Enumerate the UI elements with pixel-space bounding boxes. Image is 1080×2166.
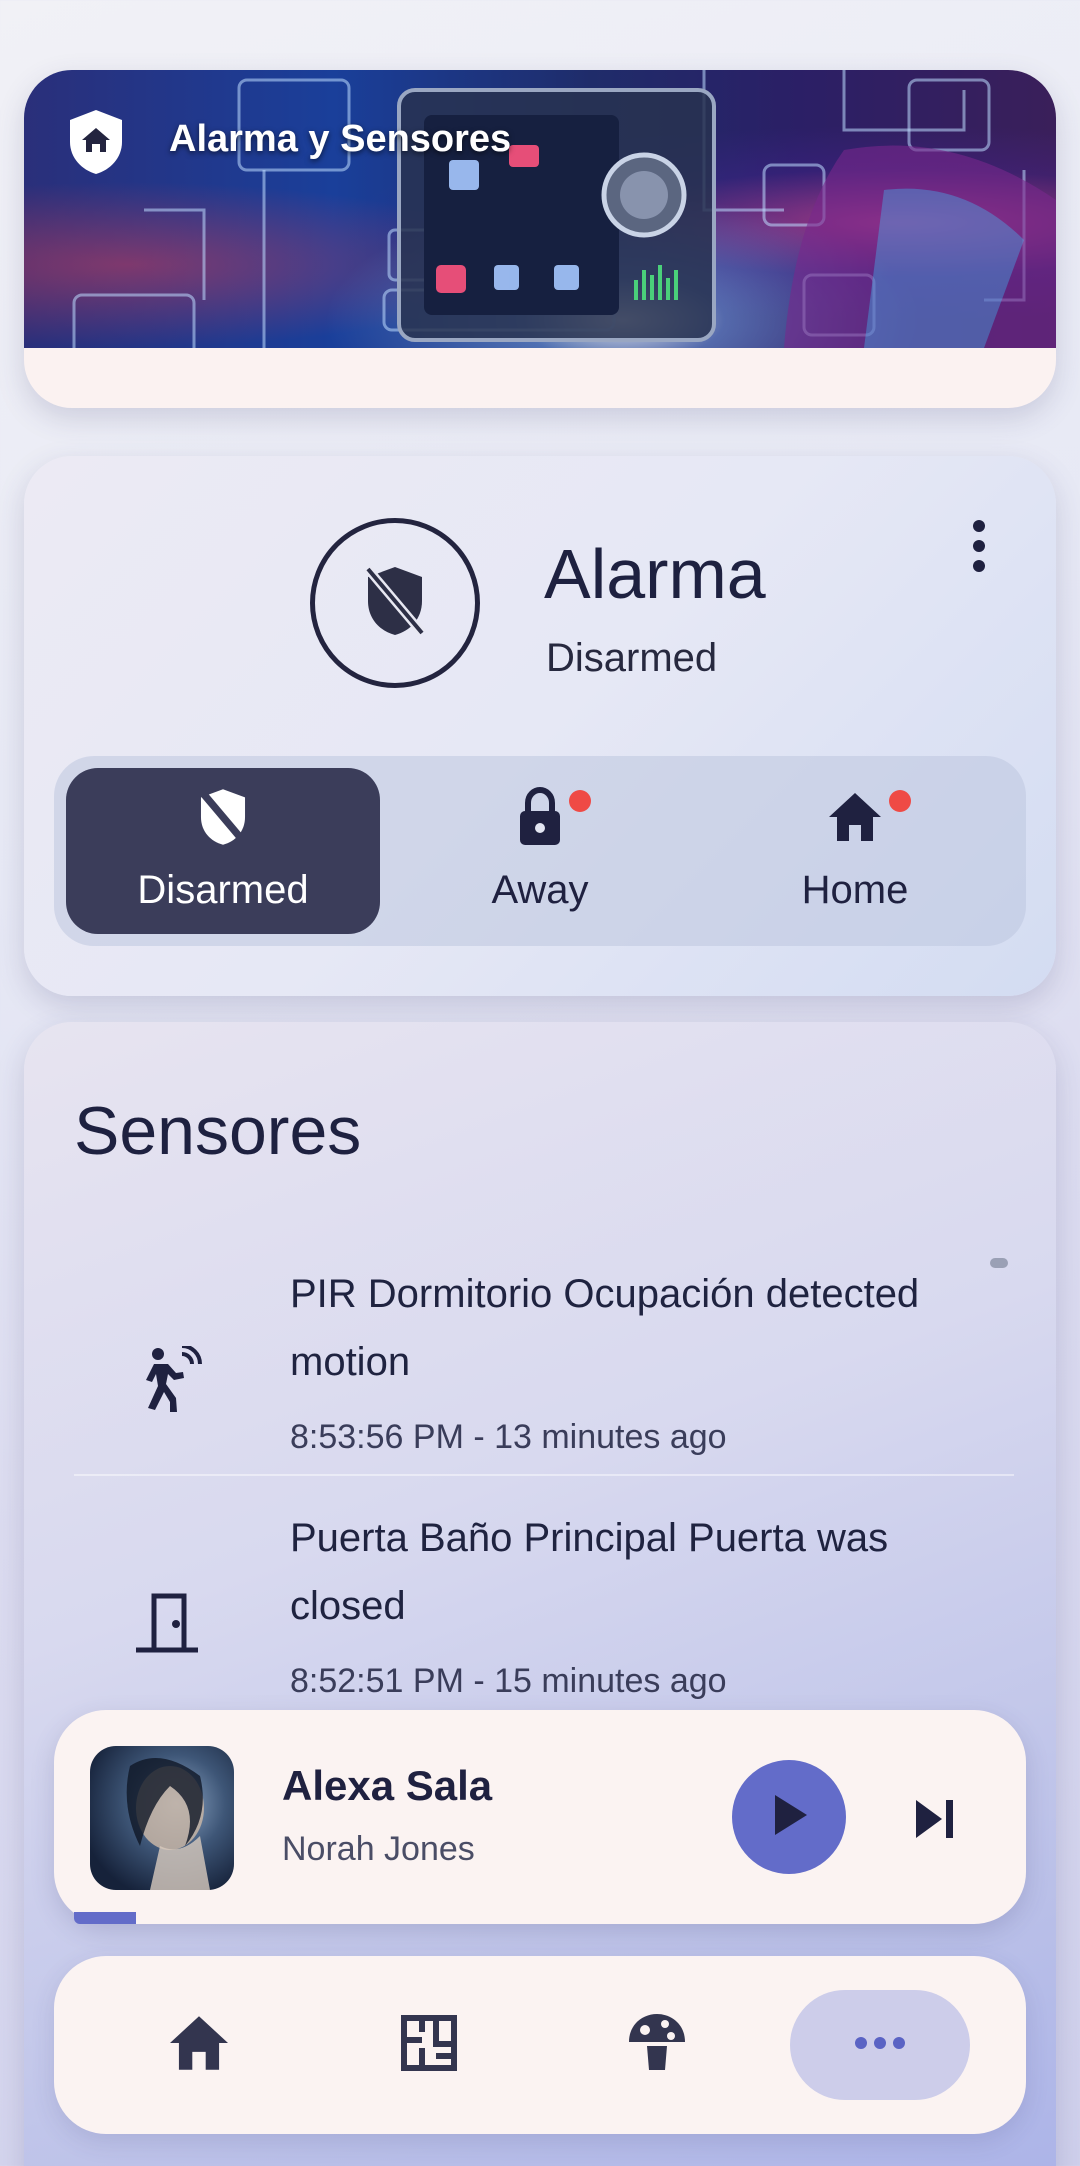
more-vert-icon[interactable] [959, 516, 999, 576]
alarm-card[interactable]: Alarma Disarmed Disarmed Away Home [24, 456, 1056, 996]
mode-disarmed-button[interactable]: Disarmed [66, 768, 380, 934]
lock-icon [517, 786, 563, 852]
home-icon [827, 791, 883, 848]
nav-more-button[interactable] [790, 1990, 970, 2100]
more-horiz-icon [854, 2036, 906, 2055]
alarm-status-circle[interactable] [310, 518, 480, 688]
media-player[interactable]: Alexa Sala Norah Jones [54, 1710, 1026, 1924]
page-title: Alarma y Sensores [169, 118, 512, 160]
door-icon [134, 1592, 204, 1659]
alert-dot [889, 789, 911, 812]
floorplan-icon [400, 2014, 458, 2077]
play-icon [769, 1793, 809, 1842]
bottom-navigation [54, 1956, 1026, 2134]
event-time: 8:52:51 PM - 15 minutes ago [290, 1662, 727, 1700]
shield-off-icon [195, 786, 251, 853]
event-time: 8:53:56 PM - 13 minutes ago [290, 1418, 727, 1456]
alarm-title: Alarma [544, 535, 766, 613]
event-description: PIR Dormitorio Ocupación detected motion [290, 1272, 920, 1384]
mushroom-icon [625, 2012, 689, 2079]
nav-floorplan-button[interactable] [374, 1990, 484, 2100]
mode-home-button[interactable]: Home [698, 768, 1012, 934]
sensor-event-item[interactable]: Puerta Baño Principal Puerta was closed … [74, 1504, 1014, 1734]
nav-mushroom-button[interactable] [602, 1990, 712, 2100]
alert-dot [569, 789, 591, 812]
alarm-mode-selector: Disarmed Away Home [54, 756, 1026, 946]
play-button[interactable] [732, 1760, 846, 1874]
album-art [90, 1746, 234, 1890]
skip-next-icon [910, 1800, 960, 1848]
mode-label: Disarmed [137, 867, 309, 912]
player-title: Alexa Sala [282, 1762, 493, 1809]
divider [74, 1474, 1014, 1476]
sensors-title: Sensores [74, 1093, 362, 1169]
header-banner: Alarma y Sensores [24, 70, 1056, 408]
home-shield-icon [66, 108, 126, 181]
alarm-status: Disarmed [546, 636, 718, 680]
mode-away-button[interactable]: Away [383, 768, 697, 934]
shield-off-icon [362, 563, 428, 644]
motion-sensor-icon [134, 1344, 204, 1421]
sensor-event-item[interactable]: PIR Dormitorio Ocupación detected motion… [74, 1260, 1014, 1490]
skip-next-button[interactable] [910, 1794, 960, 1844]
mode-label: Home [801, 867, 909, 912]
nav-home-button[interactable] [144, 1990, 254, 2100]
player-artist: Norah Jones [282, 1830, 475, 1868]
playback-progress-bar[interactable] [74, 1912, 136, 1924]
home-icon [167, 2014, 231, 2077]
mode-label: Away [491, 867, 589, 912]
banner-image [24, 70, 1056, 348]
event-description: Puerta Baño Principal Puerta was closed [290, 1516, 889, 1628]
